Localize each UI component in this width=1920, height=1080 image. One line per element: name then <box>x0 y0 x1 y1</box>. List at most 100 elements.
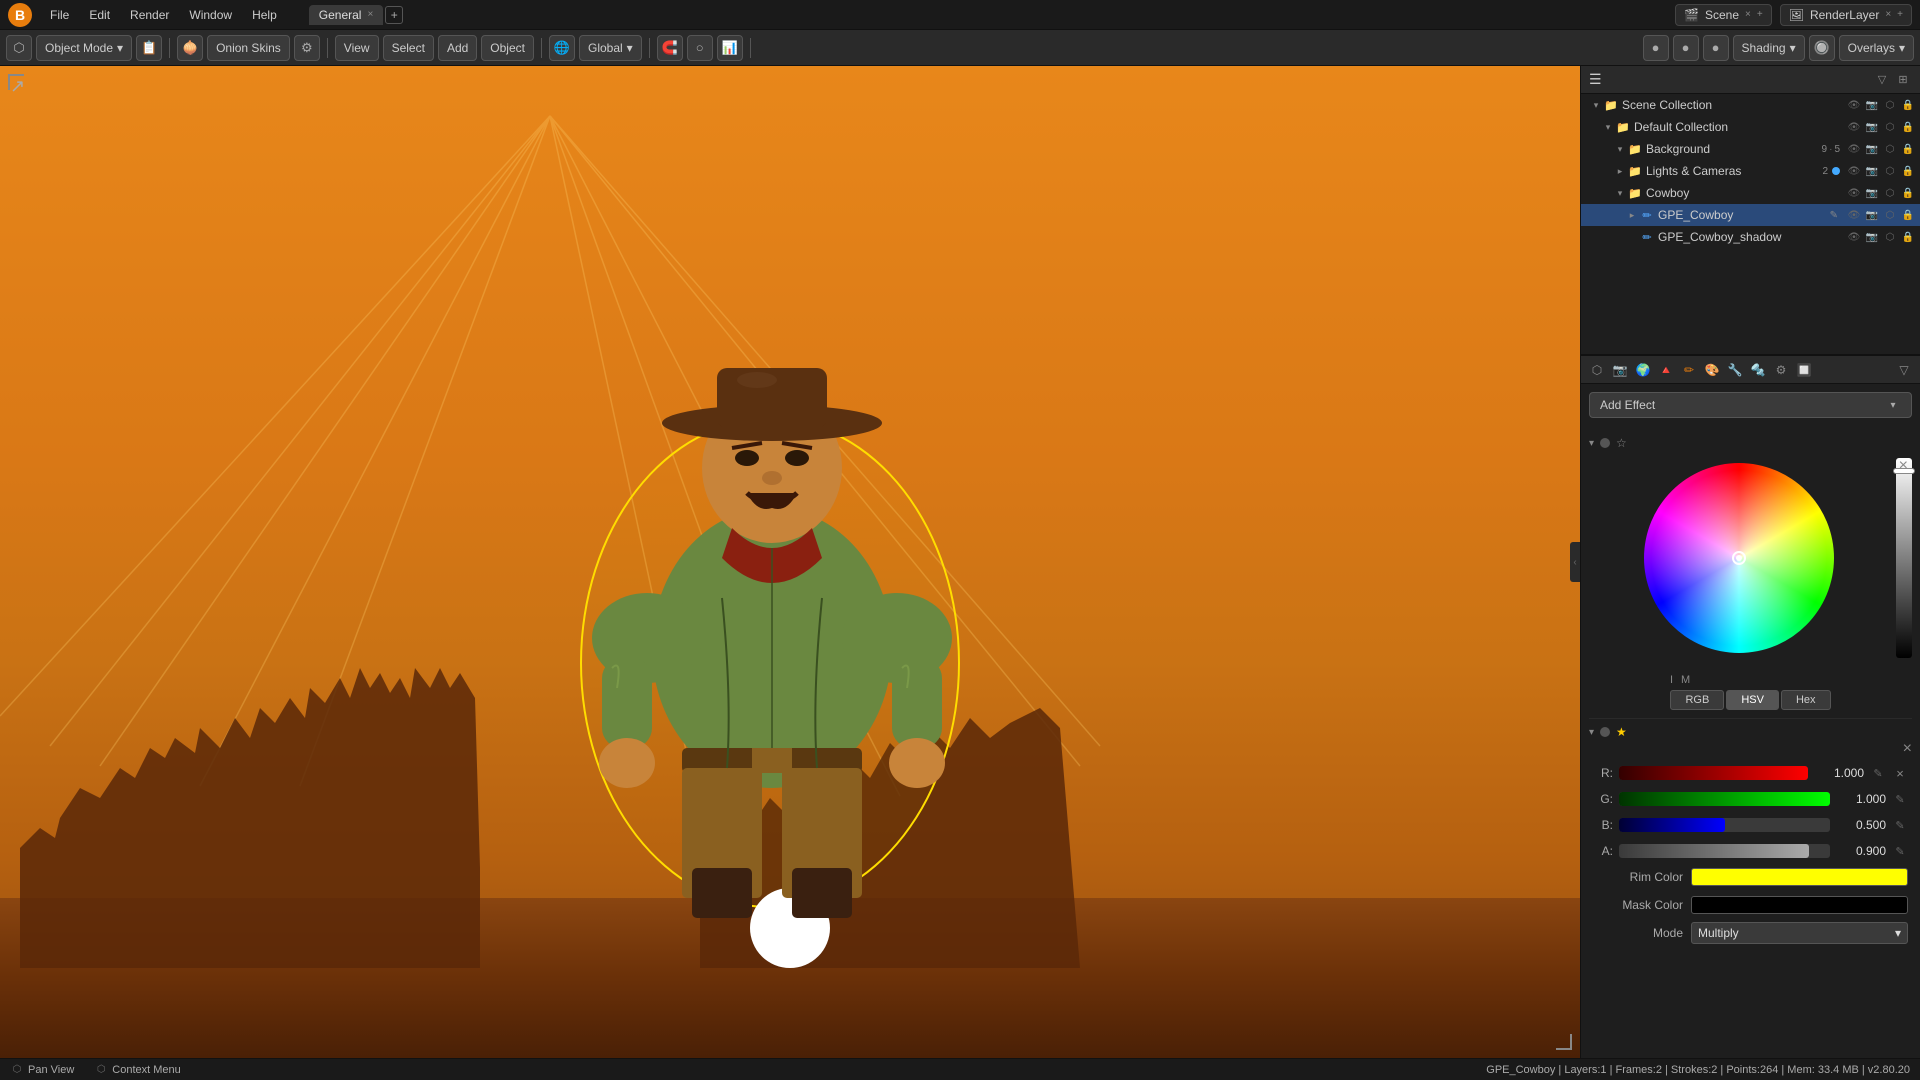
add-effect-button[interactable]: Add Effect ▾ <box>1589 392 1912 418</box>
viewport-icon-2[interactable]: ⬡ <box>1882 119 1898 135</box>
visibility-icon-7[interactable]: 👁 <box>1846 229 1862 245</box>
expand-default-icon[interactable]: ▾ <box>1601 120 1615 134</box>
viewport-icon-3[interactable]: ⬡ <box>1882 141 1898 157</box>
scene-add-icon[interactable]: + <box>1757 9 1763 20</box>
collection-lights[interactable]: ▸ 📁 Lights & Cameras 2 👁 📷 ⬡ 🔒 <box>1581 160 1920 182</box>
props-icon-6[interactable]: 🎨 <box>1702 360 1722 380</box>
lock-icon-3[interactable]: 🔒 <box>1900 141 1916 157</box>
overlays-btn[interactable]: Overlays ▾ <box>1839 35 1914 61</box>
renderlayer-add-icon[interactable]: + <box>1897 9 1903 20</box>
tool-icon-3[interactable]: 📊 <box>717 35 743 61</box>
object-mode-dropdown[interactable]: Object Mode ▾ <box>36 35 132 61</box>
props-icon-10[interactable]: 🔲 <box>1794 360 1814 380</box>
snap-icon[interactable]: 🧲 <box>657 35 683 61</box>
lock-icon-5[interactable]: 🔒 <box>1900 185 1916 201</box>
viewport-shading-material[interactable]: ● <box>1673 35 1699 61</box>
renderlayer-close-icon[interactable]: × <box>1885 9 1891 20</box>
menu-file[interactable]: File <box>42 6 77 24</box>
menu-help[interactable]: Help <box>244 6 285 24</box>
lock-icon-7[interactable]: 🔒 <box>1900 229 1916 245</box>
g-slider[interactable] <box>1619 792 1830 806</box>
shading-btn[interactable]: Shading ▾ <box>1733 35 1805 61</box>
render-icon-4[interactable]: 📷 <box>1864 163 1880 179</box>
visibility-icon-3[interactable]: 👁 <box>1846 141 1862 157</box>
visibility-icon-5[interactable]: 👁 <box>1846 185 1862 201</box>
props-icon-8[interactable]: 🔩 <box>1748 360 1768 380</box>
lock-icon-4[interactable]: 🔒 <box>1900 163 1916 179</box>
menu-render[interactable]: Render <box>122 6 177 24</box>
collection-default[interactable]: ▾ 📁 Default Collection 👁 📷 ⬡ 🔒 <box>1581 116 1920 138</box>
select-btn[interactable]: Select <box>383 35 434 61</box>
b-slider[interactable] <box>1619 818 1830 832</box>
expand-gpe-cowboy-icon[interactable]: ▸ <box>1625 208 1639 222</box>
object-btn[interactable]: Object <box>481 35 534 61</box>
scene-selector[interactable]: 🎬 Scene × + <box>1675 4 1772 26</box>
effect1-star[interactable]: ☆ <box>1616 436 1627 450</box>
b-edit-icon[interactable]: ✎ <box>1892 817 1908 833</box>
tab-general[interactable]: General × <box>309 5 384 25</box>
visibility-icon-6[interactable]: 👁 <box>1846 207 1862 223</box>
tool-icon-2[interactable]: ⚙ <box>294 35 320 61</box>
global-btn[interactable]: Global ▾ <box>579 35 642 61</box>
viewport-icon-5[interactable]: ⬡ <box>1882 185 1898 201</box>
mask-color-swatch[interactable] <box>1691 896 1908 914</box>
visibility-icon-2[interactable]: 👁 <box>1846 119 1862 135</box>
menu-edit[interactable]: Edit <box>81 6 118 24</box>
tool-icon-1[interactable]: 📋 <box>136 35 162 61</box>
outliner-menu-icon[interactable]: ☰ <box>1589 71 1602 88</box>
expand-cowboy-icon[interactable]: ▾ <box>1613 186 1627 200</box>
expand-lights-icon[interactable]: ▸ <box>1613 164 1627 178</box>
r-edit-icon[interactable]: ✎ <box>1870 765 1886 781</box>
render-icon[interactable]: 📷 <box>1864 97 1880 113</box>
prop-edit-icon[interactable]: ○ <box>687 35 713 61</box>
color-wheel[interactable] <box>1639 458 1839 658</box>
lock-icon-6[interactable]: 🔒 <box>1900 207 1916 223</box>
tab-hex[interactable]: Hex <box>1781 690 1831 710</box>
tab-add-button[interactable]: + <box>385 6 403 24</box>
render-icon-3[interactable]: 📷 <box>1864 141 1880 157</box>
render-icon-7[interactable]: 📷 <box>1864 229 1880 245</box>
viewport-icon[interactable]: ⬡ <box>1882 97 1898 113</box>
props-expand-icon[interactable]: ▽ <box>1894 360 1914 380</box>
props-icon-7[interactable]: 🔧 <box>1725 360 1745 380</box>
viewport-shading-solid[interactable]: ● <box>1643 35 1669 61</box>
expand-background-icon[interactable]: ▾ <box>1613 142 1627 156</box>
viewport-shading-rendered[interactable]: ● <box>1703 35 1729 61</box>
section2-close-icon[interactable]: × <box>1903 741 1912 757</box>
render-icon-5[interactable]: 📷 <box>1864 185 1880 201</box>
outliner-sync-icon[interactable]: ⊞ <box>1894 71 1912 89</box>
props-icon-9[interactable]: ⚙ <box>1771 360 1791 380</box>
collection-scene[interactable]: ▾ 📁 Scene Collection 👁 📷 ⬡ 🔒 <box>1581 94 1920 116</box>
visibility-icon-4[interactable]: 👁 <box>1846 163 1862 179</box>
effect2-star[interactable]: ★ <box>1616 725 1627 739</box>
render-icon-2[interactable]: 📷 <box>1864 119 1880 135</box>
r-slider[interactable] <box>1619 766 1808 780</box>
outliner-filter-icon[interactable]: ▽ <box>1873 71 1891 89</box>
props-icon-3[interactable]: 🌍 <box>1633 360 1653 380</box>
expand-scene-icon[interactable]: ▾ <box>1589 98 1603 112</box>
props-icon-4[interactable]: 🔺 <box>1656 360 1676 380</box>
add-btn[interactable]: Add <box>438 35 477 61</box>
view-btn[interactable]: View <box>335 35 379 61</box>
mode-icon-btn[interactable]: ⬡ <box>6 35 32 61</box>
collection-background[interactable]: ▾ 📁 Background 9 · 5 👁 📷 ⬡ 🔒 <box>1581 138 1920 160</box>
object-gpe-cowboy[interactable]: ▸ ✏ GPE_Cowboy ✎ 👁 📷 ⬡ 🔒 <box>1581 204 1920 226</box>
renderlayer-selector[interactable]: 🖼 RenderLayer × + <box>1780 4 1912 26</box>
props-icon-2[interactable]: 📷 <box>1610 360 1630 380</box>
tab-close-icon[interactable]: × <box>367 9 373 20</box>
viewport-icon-6[interactable]: ⬡ <box>1882 207 1898 223</box>
color-picker-close[interactable]: × <box>1899 458 1908 474</box>
lock-icon[interactable]: 🔒 <box>1900 97 1916 113</box>
tab-hsv[interactable]: HSV <box>1726 690 1779 710</box>
tab-rgb[interactable]: RGB <box>1670 690 1724 710</box>
a-edit-icon[interactable]: ✎ <box>1892 843 1908 859</box>
render-icon-6[interactable]: 📷 <box>1864 207 1880 223</box>
props-icon-1[interactable]: ⬡ <box>1587 360 1607 380</box>
transform-icon[interactable]: 🌐 <box>549 35 575 61</box>
viewport-icon-7[interactable]: ⬡ <box>1882 229 1898 245</box>
viewport[interactable]: ↗ ‹ <box>0 66 1580 1058</box>
rim-color-swatch[interactable] <box>1691 868 1908 886</box>
effect1-arrow[interactable]: ▾ <box>1589 438 1594 449</box>
brightness-slider[interactable] <box>1896 458 1912 658</box>
gizmo-icon[interactable]: 🔘 <box>1809 35 1835 61</box>
